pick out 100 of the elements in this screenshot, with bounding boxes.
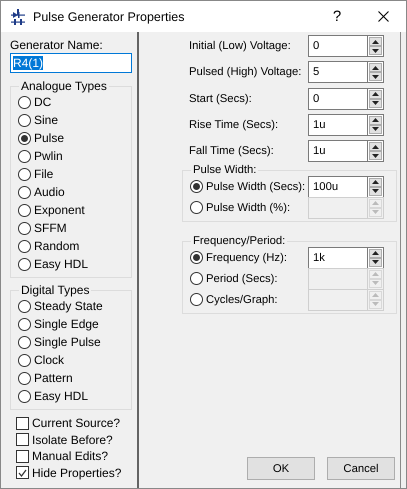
up-arrow-icon: [372, 293, 379, 298]
radio-label: Sine: [34, 113, 58, 127]
radio-label: SFFM: [34, 221, 67, 235]
cancel-button[interactable]: Cancel: [327, 457, 395, 480]
radio-button[interactable]: [18, 336, 31, 348]
radio-button[interactable]: [18, 390, 31, 402]
radio-button[interactable]: [18, 150, 31, 162]
up-arrow-icon: [372, 201, 379, 206]
radio-label: Single Pulse: [34, 335, 101, 349]
checkbox[interactable]: [16, 450, 29, 463]
checkbox[interactable]: [16, 416, 29, 430]
close-icon: [378, 11, 388, 22]
spin-down-button[interactable]: [369, 72, 382, 82]
radio-button[interactable]: [18, 318, 31, 330]
help-button[interactable]: ?: [314, 1, 360, 32]
down-arrow-icon: [372, 154, 379, 158]
spin-up-button[interactable]: [369, 142, 382, 152]
field-label: Generator Name:: [10, 38, 104, 52]
radio-label: Pulse Width (Secs):: [206, 180, 306, 193]
up-arrow-icon: [372, 144, 379, 149]
down-arrow-icon: [372, 260, 379, 264]
window-title: Pulse Generator Properties: [33, 10, 186, 24]
down-arrow-icon: [372, 127, 379, 132]
radio-label: Audio: [34, 185, 65, 199]
radio-button[interactable]: [18, 96, 31, 108]
radio-button[interactable]: [18, 300, 31, 312]
radio-label: Pattern: [34, 371, 73, 385]
radio-label: File: [34, 167, 54, 181]
spin-up-button[interactable]: [369, 116, 382, 125]
radio-button[interactable]: [18, 168, 31, 180]
checkbox-label: Manual Edits?: [32, 449, 108, 464]
checkbox[interactable]: [16, 433, 29, 446]
component-icon: [11, 8, 25, 24]
checkbox-label: Isolate Before?: [32, 432, 113, 447]
radio-label: Pwlin: [34, 149, 63, 163]
radio-label: DC: [34, 95, 52, 109]
field-label: Rise Time (Secs):: [189, 118, 280, 131]
radio-button[interactable]: [190, 180, 203, 194]
radio-button[interactable]: [18, 222, 31, 234]
spin-up-button[interactable]: [369, 178, 382, 187]
spin-down-button[interactable]: [369, 46, 382, 55]
down-arrow-icon: [372, 302, 379, 306]
radio-label: Steady State: [34, 299, 103, 313]
radio-button[interactable]: [18, 240, 31, 252]
radio-button[interactable]: [18, 114, 31, 126]
radio-label: Cycles/Graph:: [206, 294, 278, 306]
input-field[interactable]: 5: [308, 61, 368, 84]
input-field[interactable]: 0: [308, 35, 368, 57]
radio-button[interactable]: [18, 186, 31, 198]
down-arrow-icon: [372, 189, 379, 194]
field-label: Pulsed (High) Voltage:: [189, 66, 302, 78]
up-arrow-icon: [372, 251, 379, 256]
radio-button[interactable]: [18, 204, 31, 216]
spin-up-button[interactable]: [369, 63, 382, 72]
up-arrow-icon: [372, 118, 379, 122]
ok-button[interactable]: OK: [247, 457, 315, 480]
up-arrow-icon: [372, 92, 379, 96]
group-title: Frequency/Period:: [192, 235, 286, 248]
radio-button[interactable]: [190, 251, 203, 264]
spin-up-button[interactable]: [369, 90, 382, 99]
down-arrow-icon: [372, 74, 379, 79]
radio-label: Pulse: [34, 131, 64, 145]
check-icon: [18, 468, 27, 477]
up-arrow-icon: [372, 272, 379, 276]
radio-label: Random: [34, 239, 80, 253]
up-arrow-icon: [372, 66, 379, 70]
spin-down-button[interactable]: [369, 151, 382, 160]
group-title: Analogue Types: [20, 79, 108, 93]
radio-button[interactable]: [18, 354, 31, 366]
input-field[interactable]: 100u: [308, 176, 368, 198]
radio-label: Frequency (Hz):: [206, 252, 287, 264]
checkbox-label: Hide Properties?: [32, 466, 122, 480]
input-field[interactable]: 1k: [308, 246, 368, 269]
radio-label: Period (Secs):: [206, 272, 278, 285]
down-arrow-icon: [372, 210, 379, 214]
input-field[interactable]: 0: [308, 88, 368, 110]
up-arrow-icon: [372, 40, 379, 44]
radio-button[interactable]: [18, 258, 31, 270]
group-title: Digital Types: [20, 283, 90, 297]
spin-up-button[interactable]: [369, 248, 382, 258]
field-label: Fall Time (Secs):: [189, 145, 275, 158]
field-label: Initial (Low) Voltage:: [189, 40, 292, 52]
radio-label: Clock: [34, 353, 64, 367]
input-field[interactable]: 1u: [308, 140, 368, 162]
checkbox-label: Current Source?: [32, 416, 120, 430]
down-arrow-icon: [372, 281, 379, 286]
spin-up-button[interactable]: [369, 37, 382, 46]
radio-label: Pulse Width (%):: [206, 202, 290, 214]
down-arrow-icon: [372, 48, 379, 52]
radio-label: Exponent: [34, 203, 85, 217]
checkbox[interactable]: [16, 466, 29, 480]
radio-label: Easy HDL: [34, 389, 88, 403]
radio-button[interactable]: [18, 372, 31, 384]
input-field[interactable]: 1u: [308, 114, 368, 136]
radio-label: Easy HDL: [34, 257, 88, 271]
group-title: Pulse Width:: [192, 164, 258, 176]
radio-button[interactable]: [18, 132, 31, 144]
up-arrow-icon: [372, 180, 379, 184]
name-field[interactable]: R4(1): [10, 53, 132, 73]
down-arrow-icon: [372, 101, 379, 106]
